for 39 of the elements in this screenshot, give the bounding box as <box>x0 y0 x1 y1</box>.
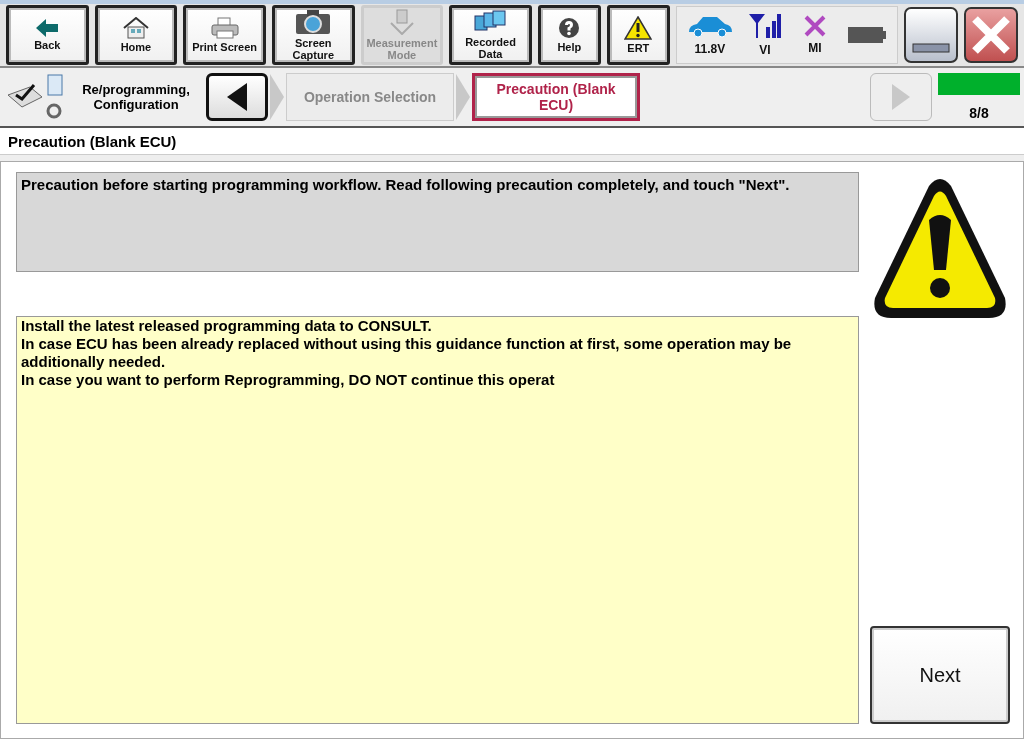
toolbar-button[interactable]: Print Screen <box>183 5 266 65</box>
mi-label: MI <box>808 41 822 55</box>
toolbar-button[interactable]: Home <box>94 5 178 65</box>
minimize-icon <box>911 43 950 53</box>
car-icon <box>686 14 733 38</box>
section-label: Re/programming, Configuration <box>81 82 191 112</box>
close-button[interactable] <box>963 7 1019 63</box>
right-triangle-icon <box>891 83 911 111</box>
close-icon <box>970 15 1011 55</box>
vi-label: VI <box>759 43 771 57</box>
meter-icon <box>388 9 415 35</box>
folders-icon <box>473 10 508 34</box>
warning-icon <box>871 178 1009 320</box>
arrow-icon <box>36 19 59 37</box>
help-icon <box>558 17 581 39</box>
chevron-icon <box>270 74 284 120</box>
next-button[interactable]: Next <box>870 626 1010 724</box>
printer-icon <box>209 17 240 39</box>
camera-icon <box>295 9 332 35</box>
step-tab[interactable]: Precaution (Blank ECU) <box>472 73 640 121</box>
signal-icon <box>747 13 782 39</box>
voltage-label: 11.8V <box>694 42 726 56</box>
toolbar-button[interactable]: Recorded Data <box>449 5 532 65</box>
toolbar-button[interactable]: Screen Capture <box>271 5 355 65</box>
warning-icon <box>624 16 653 40</box>
toolbar-button[interactable]: Back <box>6 5 89 65</box>
precaution-panel: Install the latest released programming data to CONSULT. In case ECU has been already replaced without using this guidance function at first, some operation may be additionally needed. In case you want to perform Reprogramming, DO NOT continue this operat <box>16 316 859 724</box>
minimize-button[interactable] <box>903 7 958 63</box>
battery-icon <box>846 25 887 45</box>
left-triangle-icon <box>225 82 249 112</box>
page-title: Precaution (Blank ECU) <box>8 132 177 150</box>
chevron-icon <box>456 74 470 120</box>
instruction-panel: Precaution before starting programming workflow. Read following precaution completely, and touch "Next". <box>16 172 859 272</box>
house-icon <box>122 17 149 39</box>
toolbar-button[interactable]: ERT <box>606 5 670 65</box>
previous-button[interactable] <box>206 73 268 121</box>
progress-label: 8/8 <box>969 105 989 121</box>
cross-icon <box>803 15 826 37</box>
toolbar-button[interactable]: Help <box>537 5 601 65</box>
